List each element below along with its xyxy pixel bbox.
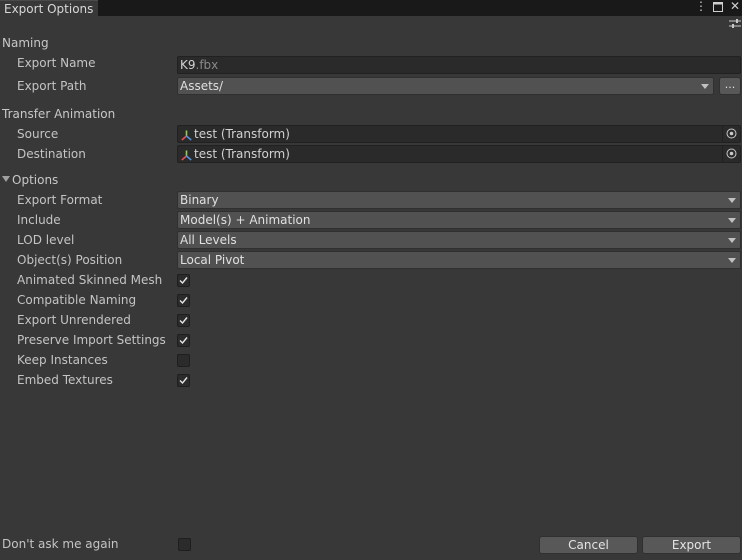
tab-export-options[interactable]: Export Options	[0, 0, 98, 16]
export-name-extension: .fbx	[195, 58, 219, 72]
transform-icon	[181, 149, 192, 161]
destination-object-field[interactable]: test (Transform)	[177, 145, 741, 163]
include-dropdown[interactable]: Model(s) + Animation	[177, 211, 741, 229]
export-format-label: Export Format	[17, 193, 103, 207]
options-section-title[interactable]: Options	[12, 173, 58, 187]
close-icon[interactable]: ✕	[729, 0, 741, 14]
source-label: Source	[17, 127, 59, 141]
export-name-value: K9	[180, 58, 196, 72]
keep-instances-label: Keep Instances	[17, 353, 108, 367]
object-position-dropdown[interactable]: Local Pivot	[177, 251, 741, 269]
keep-instances-checkbox[interactable]	[177, 354, 190, 367]
export-button[interactable]: Export	[642, 536, 741, 554]
checkmark-icon	[179, 317, 188, 325]
compatible-naming-label: Compatible Naming	[17, 293, 137, 307]
embed-textures-checkbox[interactable]	[177, 374, 190, 387]
source-value: test (Transform)	[194, 127, 290, 141]
dont-ask-again-checkbox[interactable]	[178, 538, 191, 551]
export-name-label: Export Name	[17, 56, 96, 70]
dont-ask-again-label: Don't ask me again	[2, 537, 119, 551]
export-path-label: Export Path	[17, 79, 87, 93]
destination-label: Destination	[17, 147, 86, 161]
browse-button[interactable]: ...	[719, 77, 741, 95]
chevron-down-icon	[728, 258, 736, 263]
window-titlebar: Export Options ⋮ ✕	[0, 0, 742, 16]
foldout-expanded-icon[interactable]	[2, 176, 10, 182]
chevron-down-icon	[701, 84, 709, 89]
embed-textures-label: Embed Textures	[17, 373, 113, 387]
export-unrendered-label: Export Unrendered	[17, 313, 131, 327]
lod-level-dropdown[interactable]: All Levels	[177, 231, 741, 249]
include-label: Include	[17, 213, 61, 227]
transform-icon	[181, 129, 192, 141]
checkmark-icon	[179, 277, 188, 285]
preserve-import-settings-checkbox[interactable]	[177, 334, 190, 347]
preserve-import-settings-label: Preserve Import Settings	[17, 333, 166, 347]
export-path-value: Assets/	[180, 79, 224, 93]
export-name-field[interactable]: K9.fbx	[177, 56, 741, 74]
object-picker-icon[interactable]	[722, 126, 740, 142]
chevron-down-icon	[728, 238, 736, 243]
include-value: Model(s) + Animation	[180, 213, 311, 227]
destination-value: test (Transform)	[194, 147, 290, 161]
maximize-icon[interactable]	[712, 0, 724, 14]
chevron-down-icon	[728, 218, 736, 223]
checkmark-icon	[179, 377, 188, 385]
object-picker-icon[interactable]	[722, 146, 740, 162]
object-position-label: Object(s) Position	[17, 253, 123, 267]
kebab-menu-icon[interactable]: ⋮	[695, 0, 707, 14]
object-position-value: Local Pivot	[180, 253, 245, 267]
export-unrendered-checkbox[interactable]	[177, 314, 190, 327]
animated-skinned-mesh-checkbox[interactable]	[177, 274, 190, 287]
export-path-dropdown[interactable]: Assets/	[177, 77, 714, 95]
naming-section-title: Naming	[2, 36, 49, 50]
source-object-field[interactable]: test (Transform)	[177, 125, 741, 143]
export-format-value: Binary	[180, 193, 219, 207]
cancel-button[interactable]: Cancel	[539, 536, 638, 554]
transfer-section-title: Transfer Animation	[2, 107, 116, 121]
animated-skinned-mesh-label: Animated Skinned Mesh	[17, 273, 163, 287]
chevron-down-icon	[728, 198, 736, 203]
lod-level-label: LOD level	[17, 233, 75, 247]
checkmark-icon	[179, 297, 188, 305]
export-format-dropdown[interactable]: Binary	[177, 191, 741, 209]
compatible-naming-checkbox[interactable]	[177, 294, 190, 307]
checkmark-icon	[179, 337, 188, 345]
lod-level-value: All Levels	[180, 233, 237, 247]
sliders-icon[interactable]	[729, 18, 741, 30]
